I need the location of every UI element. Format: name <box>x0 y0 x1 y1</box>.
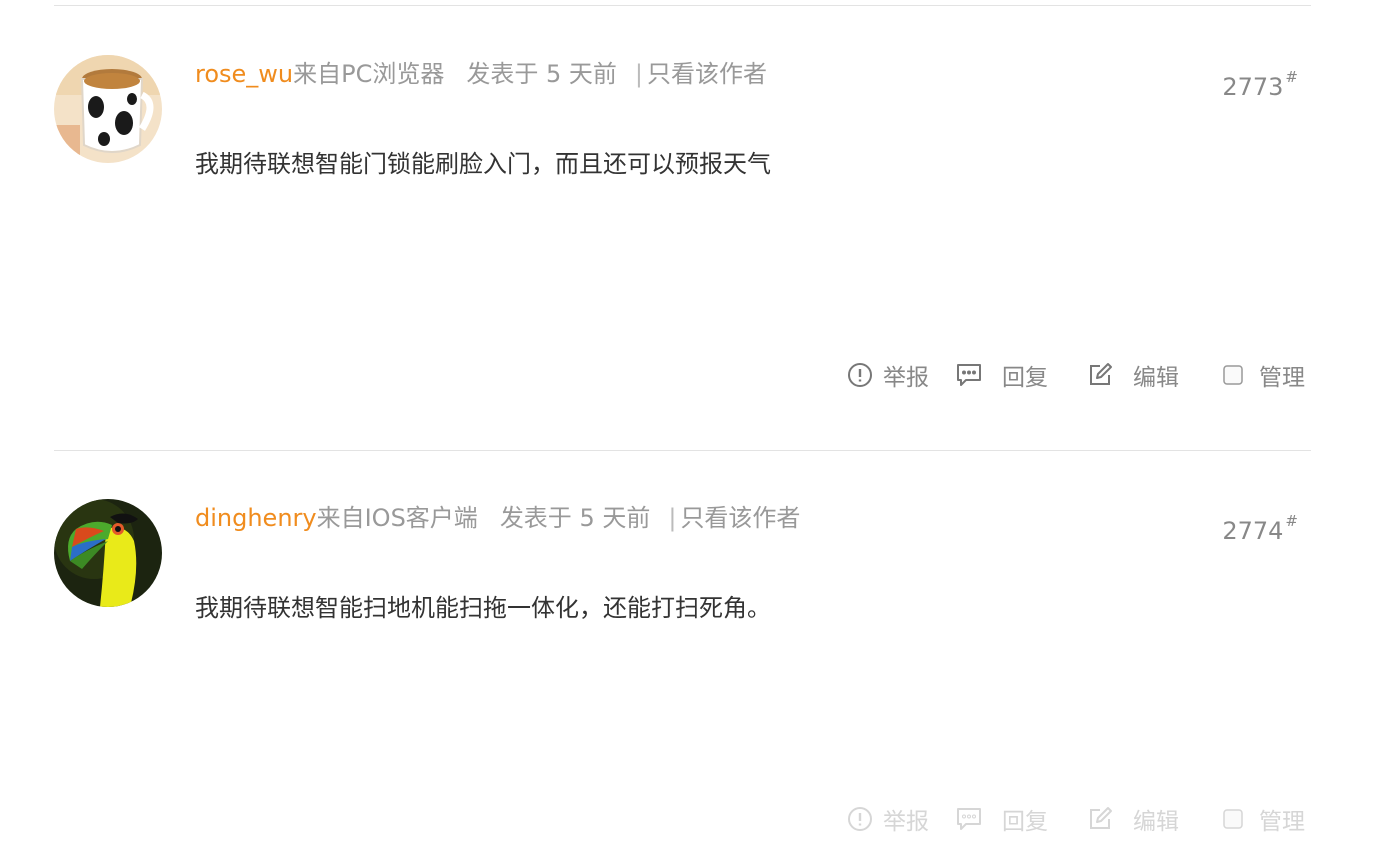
avatar[interactable] <box>54 499 162 607</box>
reply-label: 回复 <box>1002 809 1048 835</box>
edit-button[interactable]: 编辑 <box>1087 358 1179 392</box>
meta-separator: | <box>634 60 643 88</box>
checkbox-icon <box>1223 365 1243 385</box>
comment-icon <box>957 808 981 830</box>
reply-button[interactable]: 回复 <box>956 358 1048 392</box>
floor-mark: # <box>1285 68 1298 86</box>
edit-icon <box>1090 363 1112 385</box>
checkbox-icon <box>1223 809 1243 829</box>
post-content: 我期待联想智能门锁能刷脸入门，而且还可以预报天气 <box>195 150 771 178</box>
reply-button[interactable]: 回复 <box>956 802 1048 836</box>
only-author-link[interactable]: 只看该作者 <box>680 504 800 532</box>
edit-label: 编辑 <box>1133 365 1179 391</box>
manage-checkbox[interactable]: 管理 <box>1220 358 1305 392</box>
post-source: 来自IOS客户端 <box>316 504 478 532</box>
manage-checkbox[interactable]: 管理 <box>1220 802 1305 836</box>
author-link[interactable]: rose_wu <box>195 60 293 88</box>
edit-label: 编辑 <box>1133 809 1179 835</box>
manage-label: 管理 <box>1259 365 1305 391</box>
avatar[interactable] <box>54 55 162 163</box>
report-button[interactable]: 举报 <box>847 358 929 392</box>
post-divider <box>54 5 1311 6</box>
post-time: 发表于 5 天前 <box>499 504 651 532</box>
post-actions: 举报 回复 编辑 管理 <box>0 802 1373 836</box>
edit-button[interactable]: 编辑 <box>1087 802 1179 836</box>
report-label: 举报 <box>883 809 929 835</box>
post-source: 来自PC浏览器 <box>293 60 445 88</box>
floor-number: 2774 # <box>1222 512 1298 545</box>
post-content: 我期待联想智能扫地机能扫拖一体化，还能打扫死角。 <box>195 594 771 622</box>
alert-icon <box>848 363 872 387</box>
report-button[interactable]: 举报 <box>847 802 929 836</box>
floor-number: 2773 # <box>1222 68 1298 101</box>
manage-label: 管理 <box>1259 809 1305 835</box>
meta-separator: | <box>668 504 677 532</box>
floor-value: 2773 <box>1222 73 1284 101</box>
only-author-link[interactable]: 只看该作者 <box>647 60 767 88</box>
post-actions: 举报 回复 编辑 管理 <box>0 358 1373 392</box>
reply-label: 回复 <box>1002 365 1048 391</box>
report-label: 举报 <box>883 365 929 391</box>
comment-icon <box>957 364 981 386</box>
floor-mark: # <box>1285 512 1298 530</box>
floor-value: 2774 <box>1222 517 1284 545</box>
post-meta: dinghenry来自IOS客户端 发表于 5 天前 | 只看该作者 <box>195 503 800 533</box>
post-time: 发表于 5 天前 <box>466 60 617 88</box>
edit-icon <box>1090 807 1112 829</box>
author-link[interactable]: dinghenry <box>195 504 317 532</box>
post-divider <box>54 450 1311 451</box>
post-meta: rose_wu来自PC浏览器 发表于 5 天前 | 只看该作者 <box>195 59 767 89</box>
alert-icon <box>848 807 872 831</box>
